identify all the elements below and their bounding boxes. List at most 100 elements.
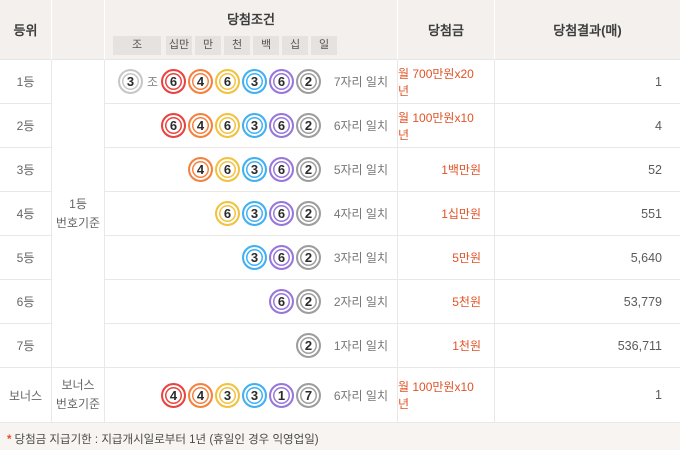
condition-cell: 4 6 3 6 2 5자리 일치 [105, 148, 398, 192]
ball-slot: 6 [268, 289, 295, 314]
col-header-prize: 당첨금 [398, 0, 495, 60]
match-label: 6자리 일치 [333, 388, 388, 403]
match-label: 2자리 일치 [333, 295, 388, 309]
ball-slot: 6 [268, 245, 295, 270]
bonus-basis-cell: 보너스 번호기준 [52, 368, 105, 423]
lottery-ball: 4 [188, 382, 213, 408]
lottery-ball: 4 [188, 113, 213, 138]
ball-slot: 3 [241, 382, 268, 408]
ball-slot: 3 [241, 157, 268, 182]
prize-cell: 5만원 [398, 236, 495, 280]
lottery-ball: 2 [296, 113, 321, 138]
lottery-ball: 2 [296, 201, 321, 226]
condition-cell: 2 1자리 일치 [105, 324, 398, 368]
ball-slot: 6 [160, 69, 187, 94]
lottery-ball: 3 [118, 69, 143, 94]
lottery-ball: 4 [161, 382, 186, 408]
rank-cell: 2등 [0, 104, 52, 148]
lottery-ball: 6 [215, 69, 240, 94]
ball-slot: 6 [214, 69, 241, 94]
ball-slot: 6 [160, 113, 187, 138]
ball-slot: 2 [295, 157, 322, 182]
prize-cell: 월 100만원x10년 [398, 368, 495, 423]
match-label: 3자리 일치 [333, 251, 388, 265]
lottery-ball: 2 [296, 333, 321, 358]
ball-slot: 2 [295, 69, 322, 94]
ball-slot: 6 [268, 157, 295, 182]
lottery-ball: 3 [215, 382, 240, 408]
digit-chip: 십만 [166, 36, 192, 55]
ball-slot: 1 [268, 382, 295, 408]
jo-slot: 3조 [118, 69, 160, 94]
result-count-cell: 52 [495, 148, 680, 192]
lottery-ball: 3 [242, 69, 267, 94]
condition-cell: 3 6 2 3자리 일치 [105, 236, 398, 280]
digit-chip: 천 [224, 36, 250, 55]
digit-chip: 조 [113, 36, 161, 55]
condition-cell: 6 4 6 3 6 2 6자리 일치 [105, 104, 398, 148]
result-count-cell: 551 [495, 192, 680, 236]
lottery-ball: 7 [296, 382, 321, 408]
ball-slot: 4 [187, 113, 214, 138]
rank-cell: 4등 [0, 192, 52, 236]
lottery-ball: 6 [215, 113, 240, 138]
lottery-result-table: 등위 당첨조건 조 십만 만 천 백 십 일 당첨금 당첨결과(매) 1등 번호기준 1등 3… [0, 0, 680, 423]
ball-slot: 4 [187, 157, 214, 182]
lottery-ball: 6 [269, 289, 294, 314]
match-label: 6자리 일치 [333, 119, 388, 133]
lottery-ball: 3 [242, 245, 267, 270]
ball-slot: 6 [268, 201, 295, 226]
first-prize-basis-cell: 1등 번호기준 [52, 60, 105, 368]
rank-cell: 5등 [0, 236, 52, 280]
rank-cell: 3등 [0, 148, 52, 192]
jo-unit-label: 조 [147, 75, 159, 89]
digit-chip: 만 [195, 36, 221, 55]
ball-slot: 6 [268, 113, 295, 138]
col-header-condition: 당첨조건 조 십만 만 천 백 십 일 [105, 0, 398, 60]
lottery-ball: 6 [161, 113, 186, 138]
condition-cell: 3 조 6 4 6 3 6 2 7자리 일치 [105, 60, 398, 104]
ball-slot: 3 [241, 201, 268, 226]
lottery-ball: 2 [296, 69, 321, 94]
lottery-ball: 3 [242, 157, 267, 182]
ball-slot: 7 [295, 382, 322, 408]
lottery-ball: 6 [215, 201, 240, 226]
result-count-cell: 536,711 [495, 324, 680, 368]
footnote-text: 당첨금 지급기한 : 지급개시일로부터 1년 (휴일인 경우 익영업일) [14, 434, 319, 446]
lottery-ball: 6 [269, 69, 294, 94]
ball-slot: 2 [295, 289, 322, 314]
lottery-ball: 6 [269, 245, 294, 270]
col-header-group-spacer [52, 0, 105, 60]
result-count-cell: 1 [495, 60, 680, 104]
prize-cell: 월 100만원x10년 [398, 104, 495, 148]
condition-title: 당첨조건 [227, 11, 275, 27]
match-label: 1자리 일치 [333, 339, 388, 353]
lottery-ball: 2 [296, 289, 321, 314]
lottery-ball: 3 [242, 201, 267, 226]
condition-cell: 4 4 3 3 1 7 6자리 일치 [105, 368, 398, 423]
lottery-ball: 4 [188, 69, 213, 94]
prize-cell: 1백만원 [398, 148, 495, 192]
result-count-cell: 5,640 [495, 236, 680, 280]
prize-cell: 월 700만원x20년 [398, 60, 495, 104]
ball-slot: 6 [214, 157, 241, 182]
rank-cell: 1등 [0, 60, 52, 104]
prize-cell: 1천원 [398, 324, 495, 368]
ball-slot: 6 [214, 201, 241, 226]
ball-slot: 3 [241, 69, 268, 94]
lottery-ball: 3 [242, 382, 267, 408]
ball-slot: 3 [241, 245, 268, 270]
lottery-ball: 3 [242, 113, 267, 138]
prize-cell: 1십만원 [398, 192, 495, 236]
lottery-ball: 2 [296, 157, 321, 182]
footnote: * 당첨금 지급기한 : 지급개시일로부터 1년 (휴일인 경우 익영업일) [7, 431, 680, 447]
ball-slot: 6 [214, 113, 241, 138]
lottery-ball: 1 [269, 382, 294, 408]
digit-chip: 일 [311, 36, 337, 55]
ball-slot: 3 [241, 113, 268, 138]
result-count-cell: 4 [495, 104, 680, 148]
lottery-ball: 2 [296, 245, 321, 270]
prize-cell: 5천원 [398, 280, 495, 324]
ball-slot: 2 [295, 113, 322, 138]
digit-chip: 백 [253, 36, 279, 55]
